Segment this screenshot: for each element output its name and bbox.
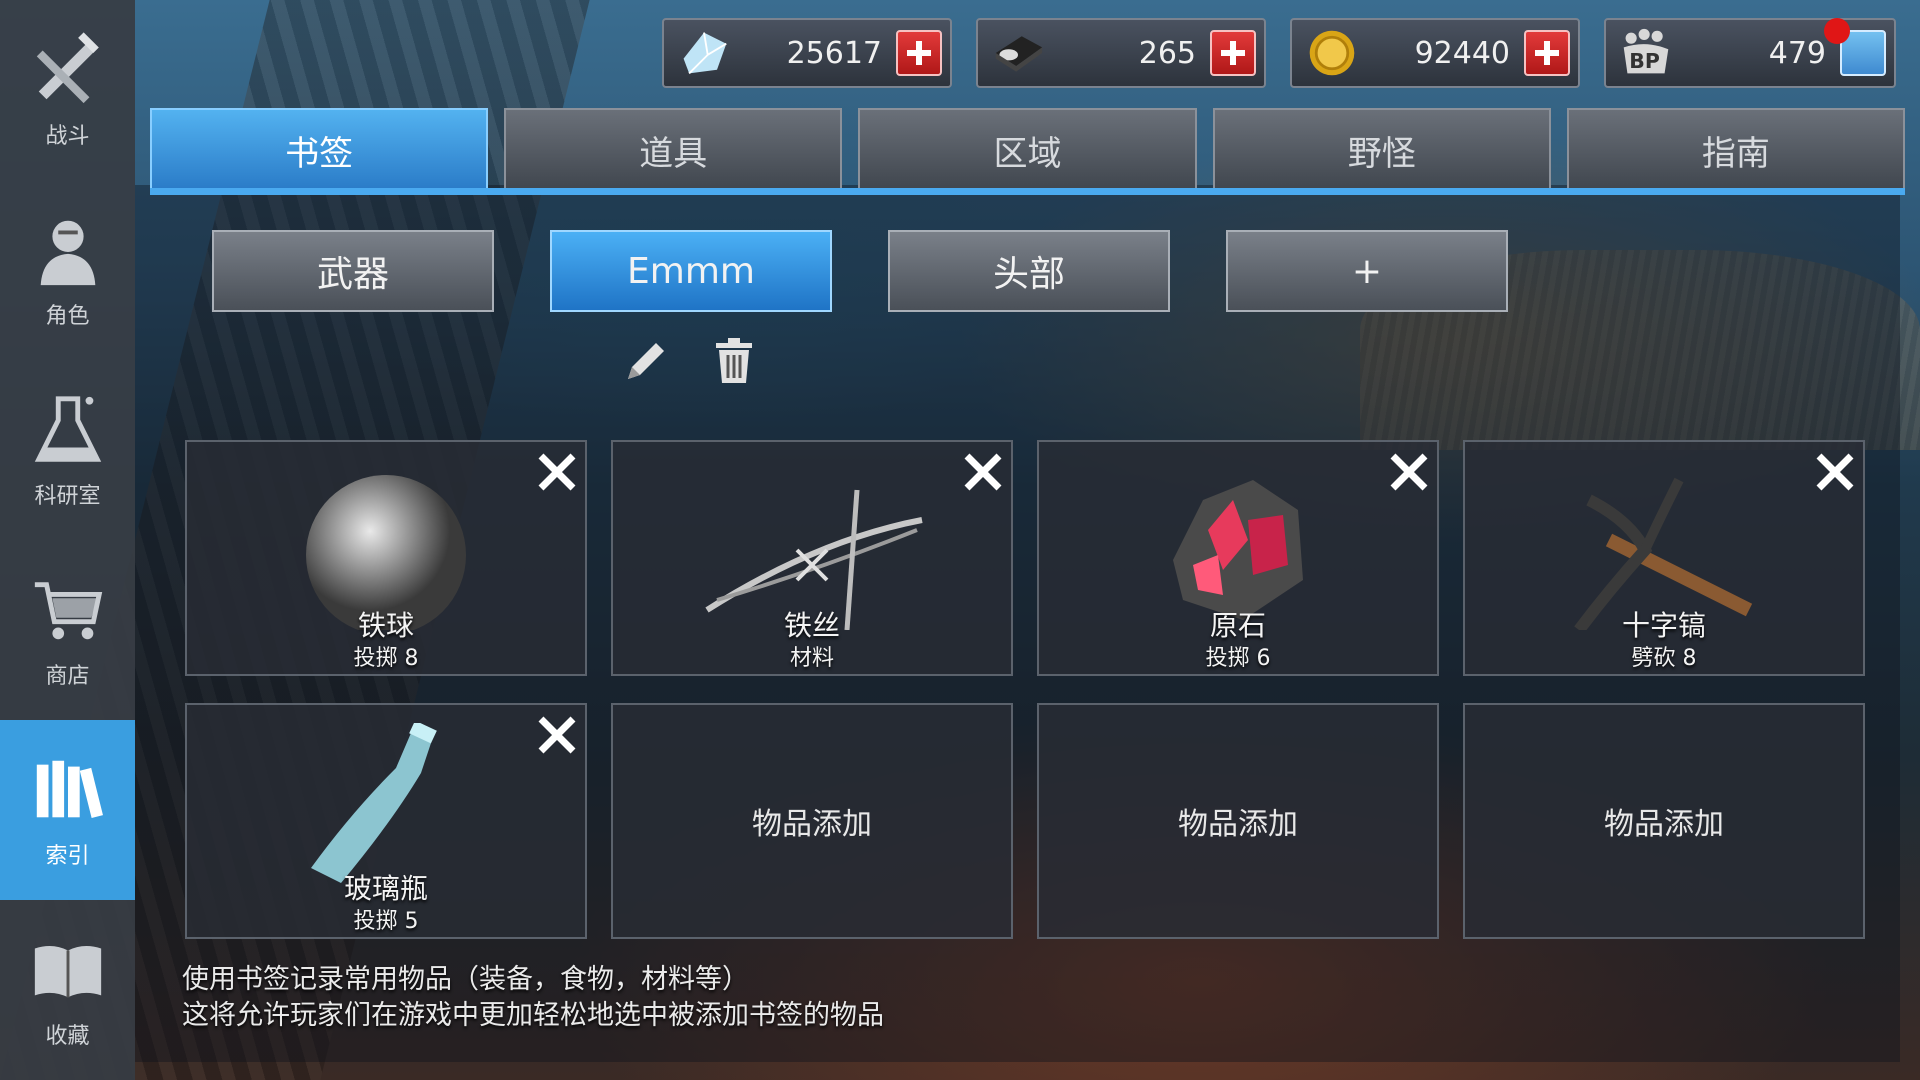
tab-bookmarks[interactable]: 书签: [150, 108, 489, 190]
item-stat: 投掷 8: [353, 646, 419, 671]
notification-dot: [1824, 18, 1850, 44]
currency-bp: BP 479: [1604, 18, 1896, 88]
main-tabs: 书签 道具 区域 野怪 指南: [150, 108, 1906, 193]
bookmark-hint: 使用书签记录常用物品（装备，食物，材料等） 这将允许玩家们在游戏中更加轻松地选中…: [182, 962, 884, 1034]
tab-monsters[interactable]: 野怪: [1212, 108, 1551, 190]
add-item-label: 物品添加: [752, 807, 872, 842]
books-icon: [28, 750, 108, 830]
item-slot-raw-stone[interactable]: 原石 投掷 6: [1037, 440, 1439, 676]
currency-diamond: 25617: [662, 18, 952, 88]
diamond-count: 25617: [786, 35, 882, 71]
item-slot-empty[interactable]: 物品添加: [1463, 703, 1865, 939]
hint-line-2: 这将允许玩家们在游戏中更加轻松地选中被添加书签的物品: [182, 1000, 884, 1031]
disk-count: 265: [1138, 35, 1196, 71]
item-name: 原石: [1209, 609, 1266, 642]
add-disk-button[interactable]: [1210, 30, 1256, 76]
currency-coin: 92440: [1290, 18, 1580, 88]
hint-line-1: 使用书签记录常用物品（装备，食物，材料等）: [182, 964, 749, 995]
add-bookmark-tab-button[interactable]: +: [1226, 230, 1508, 312]
bp-button[interactable]: [1824, 18, 1886, 76]
item-slot-wire[interactable]: 铁丝 材料: [611, 440, 1013, 676]
sidebar-item-index[interactable]: 索引: [0, 720, 135, 900]
sidebar: 战斗 角色 科研室 商店 索引 收藏: [0, 0, 135, 1080]
item-slot-pickaxe[interactable]: 十字镐 劈砍 8: [1463, 440, 1865, 676]
sidebar-item-label: 索引: [45, 844, 90, 869]
item-slot-iron-ball[interactable]: 铁球 投掷 8: [185, 440, 587, 676]
item-slot-empty[interactable]: 物品添加: [611, 703, 1013, 939]
tab-items[interactable]: 道具: [504, 108, 843, 190]
crossed-weapons-icon: [28, 30, 108, 110]
pencil-icon[interactable]: [620, 335, 672, 387]
item-stat: 材料: [789, 646, 834, 671]
flask-icon: [28, 390, 108, 470]
add-coin-button[interactable]: [1524, 30, 1570, 76]
sidebar-item-shop[interactable]: 商店: [0, 540, 135, 720]
item-stat: 投掷 6: [1205, 646, 1271, 671]
coin-count: 92440: [1414, 35, 1510, 71]
tab-underline: [150, 188, 1905, 195]
item-stat: 劈砍 8: [1631, 646, 1697, 671]
item-name: 铁丝: [783, 609, 840, 642]
add-item-label: 物品添加: [1604, 807, 1724, 842]
sidebar-item-label: 科研室: [34, 484, 101, 509]
bp-paw-icon: BP: [1616, 25, 1676, 81]
shopping-cart-icon: [28, 570, 108, 650]
item-name: 玻璃瓶: [343, 872, 428, 905]
sidebar-item-collection[interactable]: 收藏: [0, 900, 135, 1080]
remove-item-button[interactable]: [533, 711, 581, 759]
diamond-icon: [674, 25, 734, 81]
item-slot-empty[interactable]: 物品添加: [1037, 703, 1439, 939]
bp-count: 479: [1768, 35, 1826, 71]
sidebar-item-research[interactable]: 科研室: [0, 360, 135, 540]
character-icon: [28, 210, 108, 290]
disk-icon: [988, 25, 1048, 81]
sidebar-item-label: 战斗: [45, 124, 90, 149]
open-book-icon: [28, 930, 108, 1010]
item-name: 铁球: [357, 609, 414, 642]
item-slot-glass-bottle[interactable]: 玻璃瓶 投掷 5: [185, 703, 587, 939]
sidebar-item-label: 商店: [45, 664, 90, 689]
coin-icon: [1302, 25, 1362, 81]
trash-icon[interactable]: [708, 335, 760, 387]
remove-item-button[interactable]: [533, 448, 581, 496]
item-stat: 投掷 5: [353, 909, 419, 934]
sidebar-item-label: 角色: [45, 304, 90, 329]
sidebar-item-character[interactable]: 角色: [0, 180, 135, 360]
subtab-weapons[interactable]: 武器: [212, 230, 494, 312]
add-diamond-button[interactable]: [896, 30, 942, 76]
bp-icon-text: BP: [1629, 49, 1660, 73]
tab-guide[interactable]: 指南: [1566, 108, 1906, 190]
subtab-head[interactable]: 头部: [888, 230, 1170, 312]
subtab-emmm[interactable]: Emmm: [550, 230, 832, 312]
remove-item-button[interactable]: [959, 448, 1007, 496]
sidebar-item-battle[interactable]: 战斗: [0, 0, 135, 180]
add-item-label: 物品添加: [1178, 807, 1298, 842]
sidebar-item-label: 收藏: [45, 1024, 90, 1049]
item-name: 十字镐: [1621, 609, 1706, 642]
remove-item-button[interactable]: [1811, 448, 1859, 496]
remove-item-button[interactable]: [1385, 448, 1433, 496]
tab-areas[interactable]: 区域: [858, 108, 1197, 190]
currency-disk: 265: [976, 18, 1266, 88]
